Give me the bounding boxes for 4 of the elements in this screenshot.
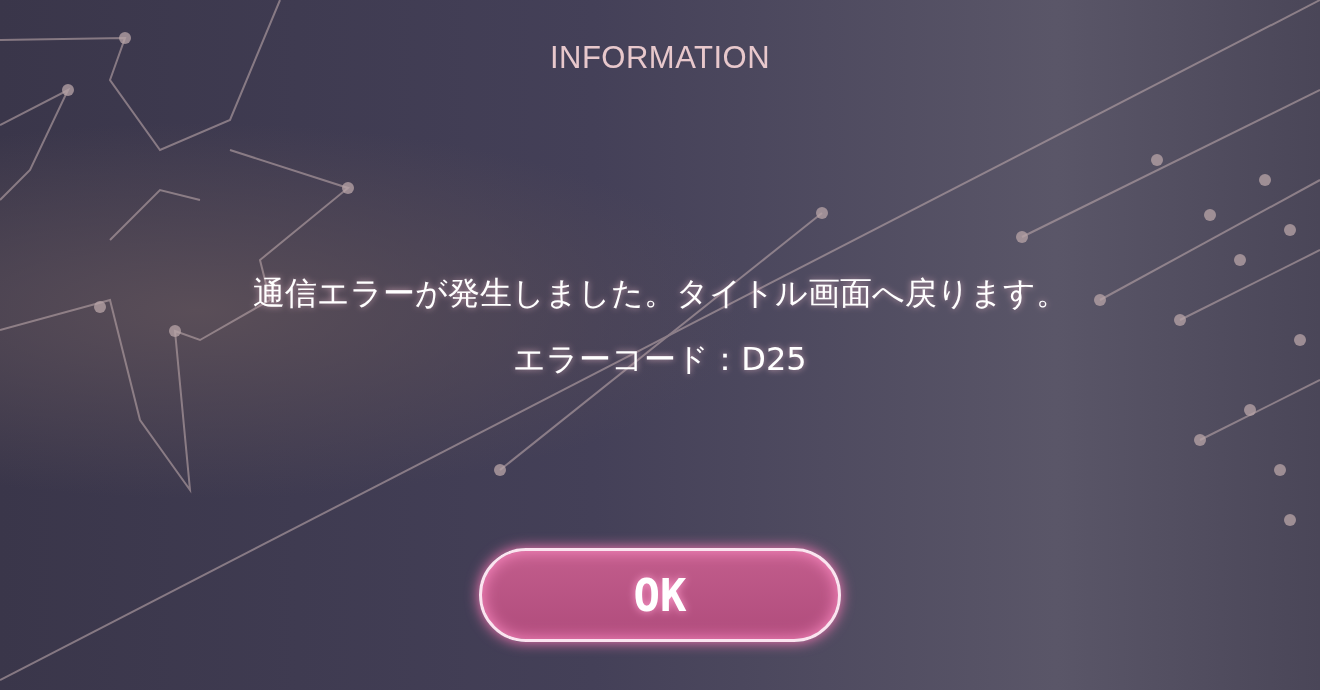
ok-button[interactable]: OK (479, 548, 841, 642)
error-code: エラーコード：D25 (513, 339, 807, 380)
dialog-title: INFORMATION (549, 40, 771, 76)
error-message: 通信エラーが発生しました。タイトル画面へ戻ります。 (252, 273, 1068, 314)
